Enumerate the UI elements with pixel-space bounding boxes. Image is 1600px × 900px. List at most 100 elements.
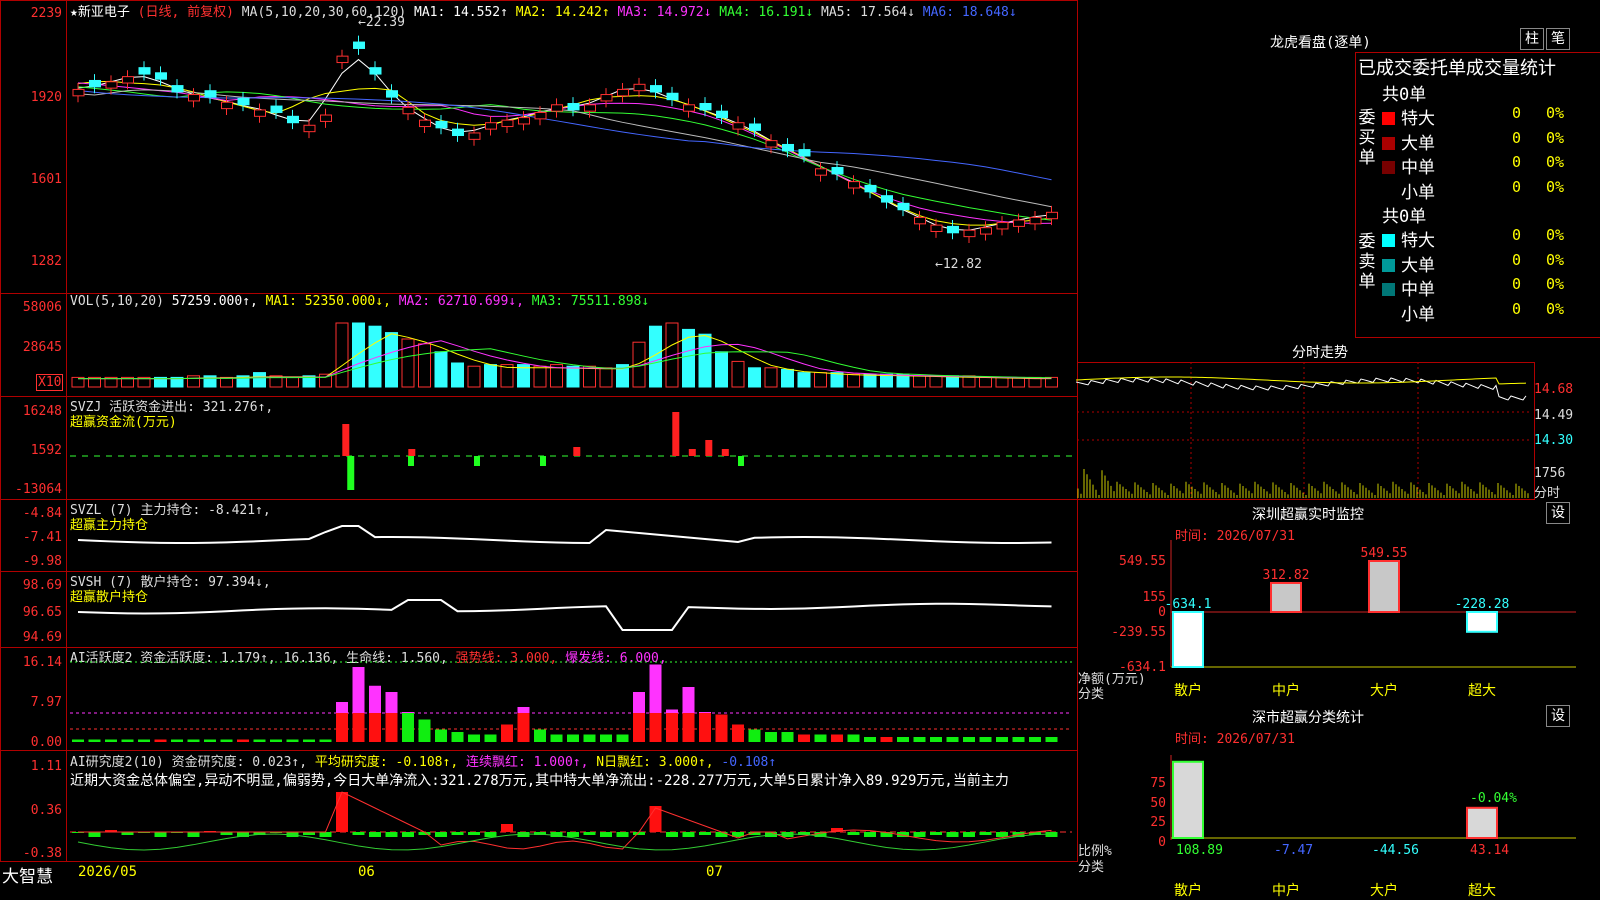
class-tick-label: 75 (1150, 776, 1166, 791)
volume-bar (863, 373, 877, 388)
class-tick-label: 25 (1150, 815, 1166, 830)
activity-bar (451, 732, 464, 742)
activity-bar (814, 734, 827, 742)
class-category-label: 散户 (1174, 882, 1202, 899)
monitor-tick-label: -634.1 (1119, 660, 1166, 675)
main-chart-canvas[interactable]: ←22.39 ←12.82 (0, 0, 1076, 862)
candle (716, 110, 728, 119)
candle (765, 140, 778, 148)
candle (105, 81, 118, 89)
class-value-label: -7.47 (1274, 843, 1313, 858)
candle (171, 85, 184, 93)
research-bar (666, 832, 678, 837)
date-label: 07 (706, 864, 723, 880)
candle (402, 106, 415, 115)
candle (864, 184, 877, 193)
candle (584, 104, 596, 112)
activity-bar (303, 739, 315, 742)
class-value-label: 108.89 (1176, 843, 1223, 858)
monitor-category-label: 大户 (1370, 682, 1398, 699)
class-bar (1466, 806, 1498, 840)
activity-bar (715, 714, 728, 742)
activity-bar (484, 734, 497, 742)
candle (336, 55, 349, 64)
candle (386, 90, 398, 98)
activity-bar (963, 737, 975, 742)
activity-bar (187, 739, 200, 742)
svzj-bar (721, 449, 729, 456)
candle (303, 124, 316, 133)
activity-bar (946, 737, 959, 742)
monitor-value-label: -228.28 (1455, 597, 1510, 612)
research-bar (319, 832, 332, 837)
brand-label: 大智慧 (2, 867, 53, 887)
volume-bar (764, 367, 778, 388)
candle (551, 104, 563, 112)
volume-ma-line (78, 333, 1052, 380)
volume-bar (814, 372, 827, 388)
activity-bar (732, 724, 744, 742)
volume-bar (748, 367, 761, 388)
research-bar (352, 832, 365, 835)
volume-bar (929, 375, 943, 388)
activity-bar (501, 724, 513, 742)
activity-bar (517, 713, 530, 742)
monitor-category-label: 超大 (1468, 683, 1496, 699)
svzj-bar (738, 456, 744, 466)
research-bar (682, 832, 695, 837)
activity-bar (699, 712, 711, 713)
activity-bar (649, 713, 662, 742)
volume-ma-line (78, 348, 1052, 380)
volume-bar (533, 365, 547, 388)
activity-bar (385, 713, 398, 742)
candle (617, 88, 629, 97)
candle (567, 103, 580, 111)
research-bar (715, 832, 728, 837)
volume-bar (946, 375, 959, 388)
candle (369, 67, 382, 75)
svsh-line (77, 599, 1052, 631)
monitor-bar (1466, 611, 1498, 633)
candle (815, 168, 827, 176)
volume-bar (418, 343, 431, 388)
activity-bar (600, 734, 612, 742)
activity-bar (913, 737, 926, 742)
candle (89, 79, 101, 88)
candle (749, 123, 761, 131)
activity-bar (385, 692, 398, 713)
candle (782, 143, 794, 152)
candle (122, 76, 134, 84)
svzj-bar (672, 412, 680, 456)
candle (996, 222, 1009, 230)
activity-bar (748, 729, 761, 742)
volume-bar (451, 362, 464, 388)
monitor-value-label: -634.1 (1165, 597, 1212, 612)
right-charts-canvas: 549.55 155 0 -239.55 -634.1 -634.1 散户 312.82 中户 5… (1076, 362, 1576, 899)
candle (947, 225, 959, 234)
activity-bar (138, 739, 150, 742)
svzj-bar (573, 447, 581, 456)
activity-bar (204, 739, 216, 742)
research-bar (484, 832, 497, 837)
volume-bar (1012, 376, 1025, 388)
activity-bar (649, 664, 662, 713)
class-tick-label: 50 (1150, 796, 1166, 811)
volume-bar (220, 376, 233, 388)
research-bar (616, 832, 629, 837)
activity-bar (633, 692, 645, 713)
research-bar (385, 832, 398, 837)
volume-bar (352, 322, 365, 388)
activity-bar (847, 734, 860, 742)
research-bar (699, 832, 711, 835)
low-annotation: ←12.82 (935, 257, 982, 272)
activity-bar (979, 737, 992, 742)
candle (963, 229, 976, 238)
research-bar (369, 832, 381, 837)
monitor-tick-label: 155 (1143, 590, 1166, 605)
candle (188, 94, 200, 102)
volume-bar (913, 375, 926, 388)
activity-bar (1012, 737, 1025, 742)
candle (320, 114, 332, 122)
volume-bar (731, 360, 745, 388)
research-bar (187, 832, 200, 837)
